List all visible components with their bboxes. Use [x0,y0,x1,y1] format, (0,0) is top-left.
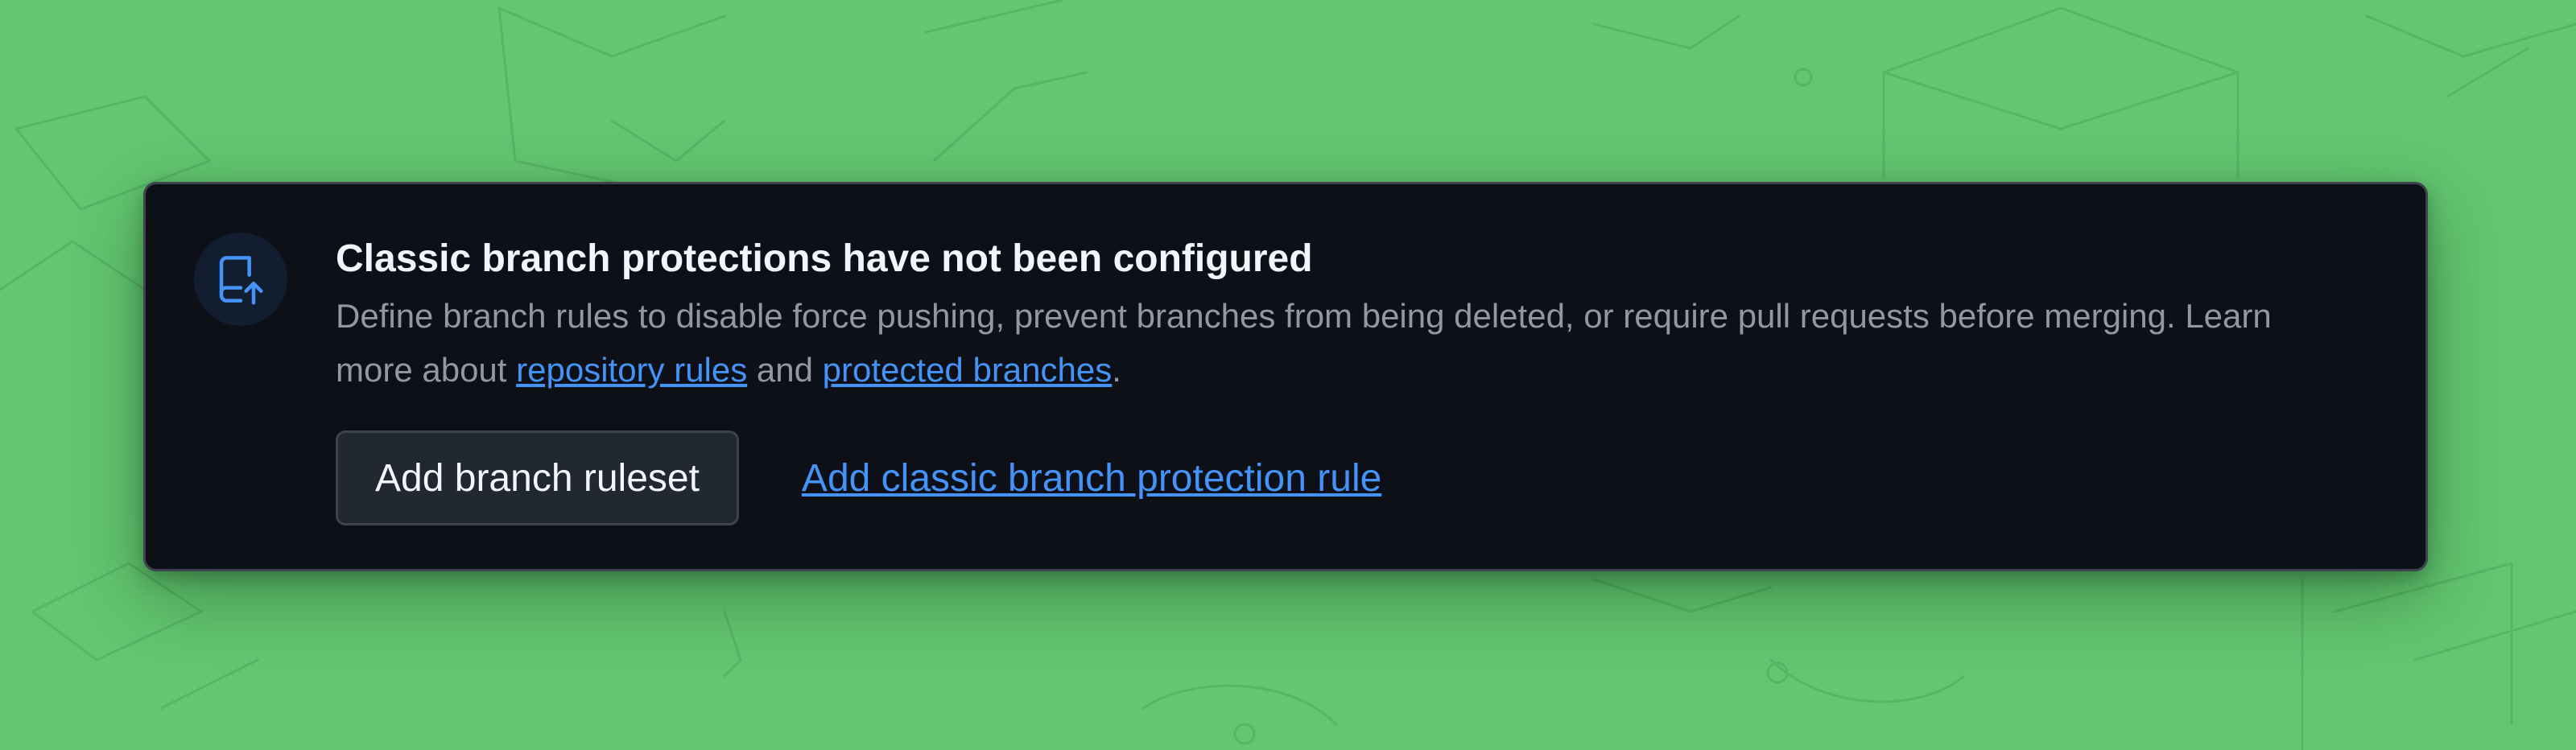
banner-title: Classic branch protections have not been… [336,237,1313,280]
add-classic-protection-rule-link[interactable]: Add classic branch protection rule [802,456,1381,501]
protected-branches-link[interactable]: protected branches [823,351,1113,389]
banner-description: Define branch rules to disable force pus… [336,289,2284,397]
add-branch-ruleset-button[interactable]: Add branch ruleset [336,431,739,525]
banner-content: Classic branch protections have not been… [336,234,2396,525]
branch-protection-banner: Classic branch protections have not been… [143,182,2428,571]
icon-badge [194,233,287,326]
description-joiner: and [747,351,823,389]
description-period: . [1112,351,1121,389]
banner-actions: Add branch ruleset Add classic branch pr… [336,431,2396,525]
repository-rules-link[interactable]: repository rules [516,351,747,389]
repo-push-icon [219,256,263,305]
